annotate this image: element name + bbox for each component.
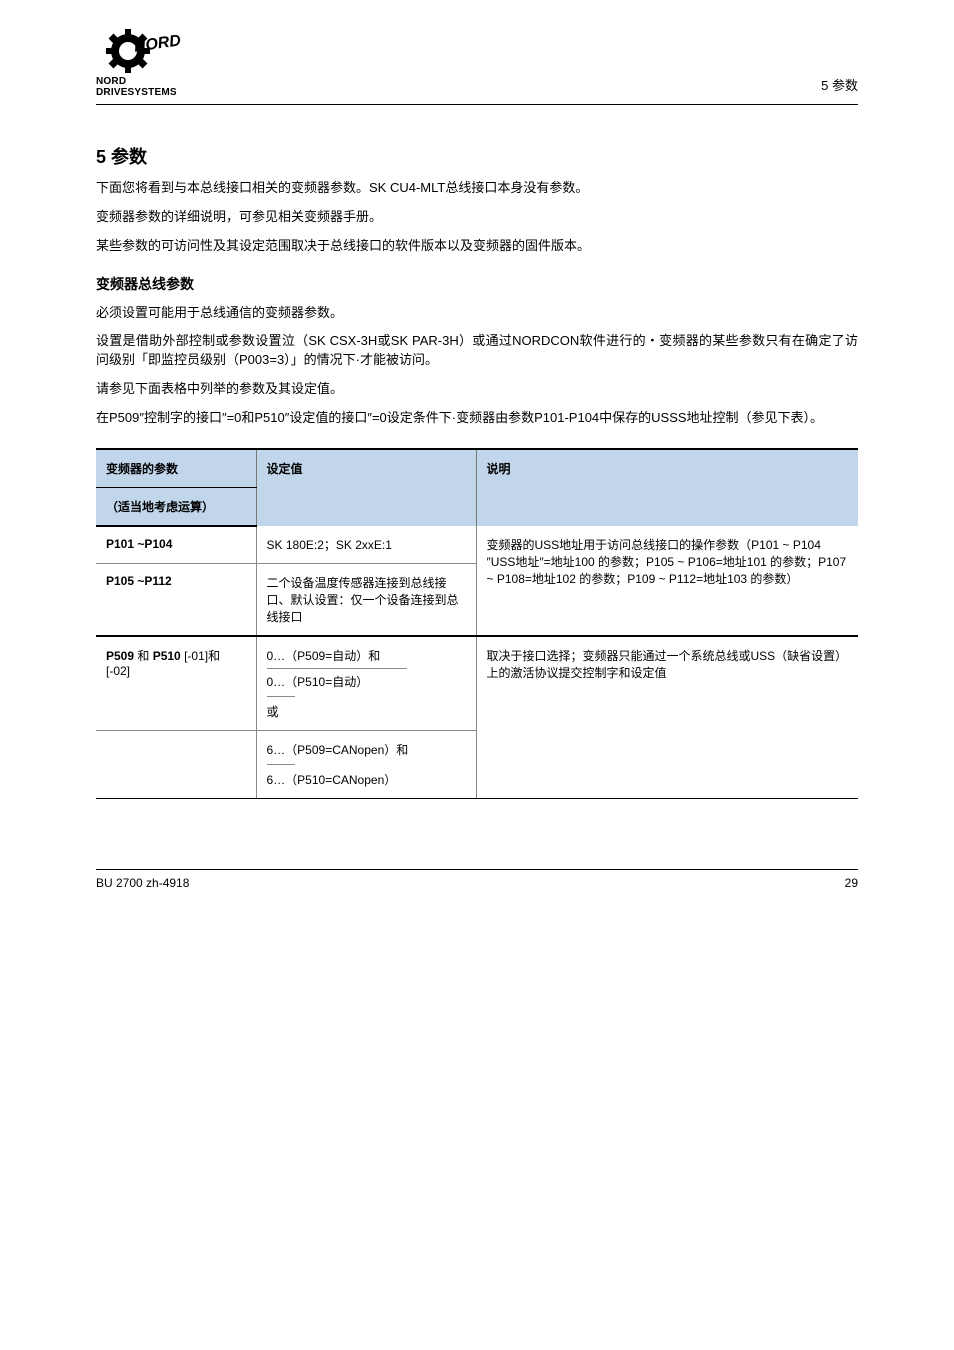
footer-doc-id: BU 2700 zh-4918 bbox=[96, 876, 189, 890]
table-header-param-top: 变频器的参数 bbox=[96, 449, 256, 488]
cell-small-divider bbox=[267, 764, 295, 765]
brand-text: NORD DRIVESYSTEMS bbox=[96, 76, 192, 98]
page-title: 5 参数 bbox=[96, 143, 858, 169]
param-code: P101 ~P104 bbox=[106, 537, 172, 551]
param-code: P509 和 P510 [-01]和 [-02] bbox=[96, 636, 256, 731]
param-desc: 取决于接口选择；变频器只能通过一个系统总线或USS（缺省设置）上的激活协议提交控… bbox=[476, 636, 858, 799]
section-bus-title: 变频器总线参数 bbox=[96, 274, 858, 294]
intro-paragraph-3: 某些参数的可访问性及其设定范围取决于总线接口的软件版本以及变频器的固件版本。 bbox=[96, 237, 858, 256]
param-setting: 6…（P509=CANopen）和 6…（P510=CANopen） bbox=[256, 730, 476, 798]
section-bus-p2: 设置是借助外部控制或参数设置泣（SK CSX-3H或SK PAR-3H）或通过N… bbox=[96, 332, 858, 370]
section-bus-p1: 必须设置可能用于总线通信的变频器参数。 bbox=[96, 304, 858, 323]
param-setting: SK 180E:2；SK 2xxE:1 bbox=[256, 526, 476, 564]
parameters-table: 变频器的参数 设定值 说明 （适当地考虑运算） P101 ~P104 SK 18… bbox=[96, 448, 858, 799]
section-bus-p4: 在P509″控制字的接口″=0和P510″设定值的接口″=0设定条件下·变频器由… bbox=[96, 409, 858, 428]
table-row: P101 ~P104 SK 180E:2；SK 2xxE:1 变频器的USS地址… bbox=[96, 526, 858, 564]
header-section-label: 5 参数 bbox=[821, 75, 858, 98]
cell-divider bbox=[267, 668, 407, 669]
footer-page-number: 29 bbox=[845, 876, 858, 890]
section-bus-p3: 请参见下面表格中列举的参数及其设定值。 bbox=[96, 380, 858, 399]
param-desc: 变频器的USS地址用于访问总线接口的操作参数（P101 ~ P104 ″USS地… bbox=[476, 526, 858, 636]
param-setting: 0…（P509=自动）和 0…（P510=自动） 或 bbox=[256, 636, 476, 731]
brand-logo: NORD NORD DRIVESYSTEMS bbox=[96, 28, 192, 98]
table-header-desc: 说明 bbox=[476, 449, 858, 526]
param-code: P105 ~P112 bbox=[106, 574, 172, 588]
gear-icon: NORD bbox=[104, 27, 184, 75]
intro-paragraph-1: 下面您将看到与本总线接口相关的变频器参数。SK CU4-MLT总线接口本身没有参… bbox=[96, 179, 858, 198]
table-header-setting: 设定值 bbox=[256, 449, 476, 526]
param-setting: 二个设备温度传感器连接到总线接口、默认设置：仅一个设备连接到总线接口 bbox=[256, 563, 476, 636]
table-header-param-bottom: （适当地考虑运算） bbox=[96, 487, 256, 526]
param-code bbox=[96, 730, 256, 798]
intro-paragraph-2: 变频器参数的详细说明，可参见相关变频器手册。 bbox=[96, 208, 858, 227]
cell-small-divider bbox=[267, 696, 295, 697]
table-row: P509 和 P510 [-01]和 [-02] 0…（P509=自动）和 0…… bbox=[96, 636, 858, 731]
